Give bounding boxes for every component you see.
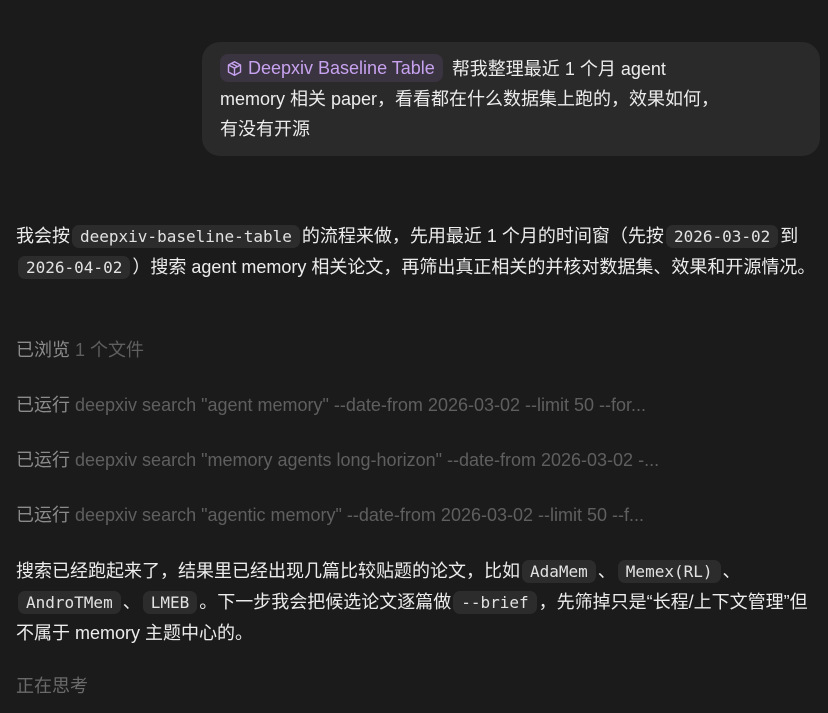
user-message-text-1: 帮我整理最近 1 个月 agent (451, 59, 666, 79)
code-paper-memex: Memex(RL) (617, 560, 721, 583)
status-verb: 已运行 (16, 505, 70, 525)
status-detail: deepxiv search "agent memory" --date-fro… (75, 395, 647, 415)
progress-text-1: 搜索已经跑起来了，结果里已经出现几篇比较贴题的论文，比如 (16, 561, 520, 581)
user-message-bubble: Deepxiv Baseline Table 帮我整理最近 1 个月 agent… (202, 42, 820, 156)
plan-text-2: 的流程来做，先用最近 1 个月的时间窗（先按 (301, 226, 664, 246)
cube-icon (227, 60, 242, 76)
status-verb: 已运行 (16, 395, 70, 415)
code-paper-lmeb: LMEB (142, 591, 198, 614)
skill-tag[interactable]: Deepxiv Baseline Table (220, 54, 443, 82)
user-message-line-3: 有没有开源 (220, 119, 310, 139)
status-detail: deepxiv search "agentic memory" --date-f… (75, 505, 645, 525)
separator: 、 (597, 561, 616, 581)
status-run-search-3[interactable]: 已运行 deepxiv search "agentic memory" --da… (16, 502, 816, 528)
code-paper-adamem: AdaMem (522, 560, 596, 583)
progress-text-2: 。下一步我会把候选论文逐篇做 (199, 592, 452, 612)
status-run-search-1[interactable]: 已运行 deepxiv search "agent memory" --date… (16, 392, 816, 418)
plan-text-4: ）搜索 agent memory 相关论文，再筛出真正相关的并核对数据集、效果和… (132, 257, 816, 277)
user-message-line-2: memory 相关 paper，看看都在什么数据集上跑的，效果如何， (220, 89, 720, 109)
separator: 、 (722, 561, 741, 581)
skill-tag-label: Deepxiv Baseline Table (248, 58, 435, 78)
code-skill-name: deepxiv-baseline-table (72, 225, 300, 248)
plan-text-1: 我会按 (16, 226, 70, 246)
status-detail: deepxiv search "memory agents long-horiz… (75, 450, 660, 470)
status-detail: 1 个文件 (75, 340, 145, 360)
code-paper-androtmem: AndroTMem (18, 591, 121, 614)
plan-text-3: 到 (780, 226, 799, 246)
user-message-line-1: Deepxiv Baseline Table 帮我整理最近 1 个月 agent (220, 54, 804, 84)
thinking-indicator: 正在思考 (16, 676, 88, 696)
status-browsed[interactable]: 已浏览 1 个文件 (16, 337, 816, 363)
status-verb: 已浏览 (16, 340, 70, 360)
separator: 、 (122, 592, 141, 612)
status-verb: 已运行 (16, 450, 70, 470)
agent-message-progress: 搜索已经跑起来了，结果里已经出现几篇比较贴题的论文，比如 AdaMem、 Memex… (16, 556, 821, 648)
code-date-to: 2026-04-02 (18, 256, 131, 279)
code-date-from: 2026-03-02 (665, 225, 779, 248)
status-run-search-2[interactable]: 已运行 deepxiv search "memory agents long-h… (16, 447, 816, 473)
code-brief-flag: --brief (453, 591, 537, 614)
agent-message-plan: 我会按 deepxiv-baseline-table 的流程来做，先用最近 1 个月… (16, 221, 821, 283)
